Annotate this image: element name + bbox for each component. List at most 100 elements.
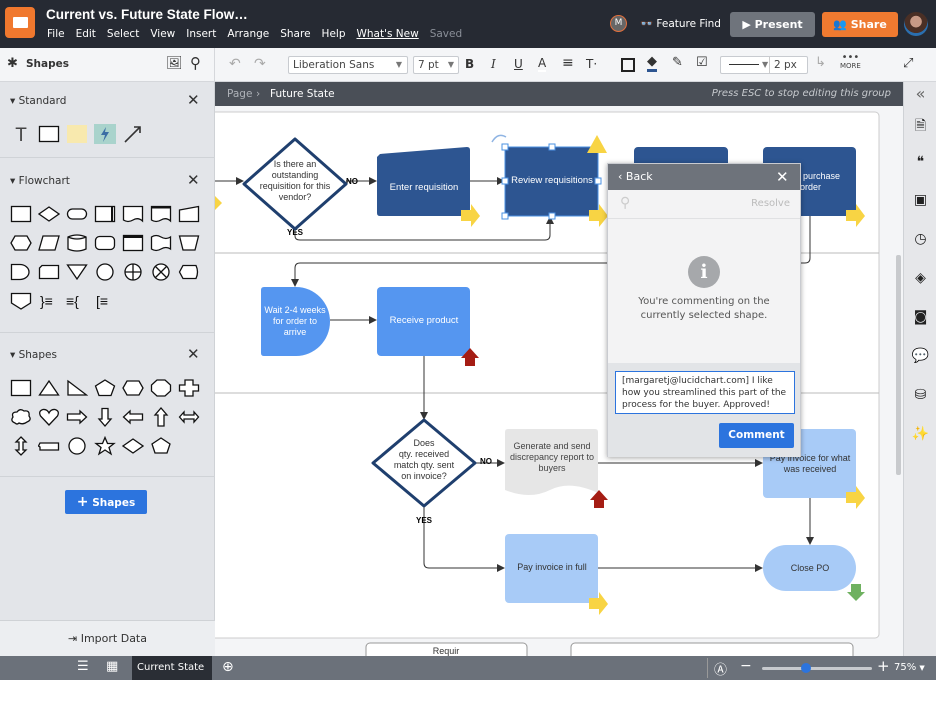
parallelogram-shape-icon[interactable] bbox=[38, 233, 60, 253]
italic-icon[interactable]: I bbox=[491, 57, 496, 71]
menu-select[interactable]: Select bbox=[107, 28, 139, 40]
redo-icon[interactable]: ↷ bbox=[254, 56, 266, 72]
image-icon[interactable]: 🖼 bbox=[166, 56, 183, 71]
collaborator-avatar[interactable]: M bbox=[610, 15, 627, 32]
comment-input[interactable]: [margaretj@lucidchart.com] I like how yo… bbox=[615, 371, 795, 414]
page-grid-icon[interactable]: ▦ bbox=[106, 659, 118, 674]
navigate-icon[interactable]: Ⓐ bbox=[714, 659, 727, 678]
resolve-button[interactable]: Resolve bbox=[751, 198, 790, 209]
octagon-shape-icon[interactable] bbox=[150, 378, 172, 398]
data-icon[interactable]: ◙ bbox=[904, 309, 936, 325]
import-data-button[interactable]: ⇥ Import Data bbox=[0, 620, 215, 656]
layers-icon[interactable]: ◈ bbox=[904, 270, 936, 286]
shape-wait-delay[interactable]: Wait 2-4 weeks for order to arrive bbox=[261, 287, 330, 356]
comment-icon[interactable]: 💬 bbox=[904, 348, 936, 364]
add-shapes-button[interactable]: + Shapes bbox=[65, 490, 147, 514]
triangle-shape-icon[interactable] bbox=[38, 378, 60, 398]
shape-discrepancy-report[interactable]: Generate and send discrepancy report to bu… bbox=[505, 429, 598, 495]
zoom-in-icon[interactable]: + bbox=[877, 657, 890, 675]
direct-data-shape-icon[interactable] bbox=[94, 233, 116, 253]
menu-insert[interactable]: Insert bbox=[186, 28, 216, 40]
underline-icon[interactable]: U bbox=[514, 57, 523, 71]
fill-color-icon[interactable]: ◆ bbox=[647, 55, 657, 72]
line-width-value[interactable]: 2 px bbox=[769, 57, 797, 73]
callout-shape-icon[interactable] bbox=[37, 436, 60, 456]
arrow-right-shape-icon[interactable] bbox=[66, 407, 88, 427]
text-color-icon[interactable]: A bbox=[538, 56, 547, 72]
gear-icon[interactable]: ✱ bbox=[7, 56, 18, 71]
close-icon[interactable]: ✕ bbox=[776, 164, 789, 190]
shape-receive-product[interactable]: Receive product bbox=[377, 287, 470, 356]
magic-wand-icon[interactable]: ✨ bbox=[904, 426, 936, 442]
right-triangle-shape-icon[interactable] bbox=[66, 378, 89, 398]
add-page-icon[interactable]: ⊕ bbox=[222, 659, 234, 675]
tape-shape-icon[interactable] bbox=[150, 233, 172, 253]
text-options-icon[interactable]: T· bbox=[586, 57, 597, 71]
arrow-ud-shape-icon[interactable] bbox=[10, 436, 32, 456]
close-icon[interactable]: ✕ bbox=[187, 171, 200, 189]
arrow-left-shape-icon[interactable] bbox=[122, 407, 144, 427]
page-tab-current-state[interactable]: Current State ▼ bbox=[132, 656, 212, 696]
zoom-slider[interactable] bbox=[762, 663, 872, 673]
diamond-shape-icon[interactable] bbox=[37, 204, 61, 224]
brace-r-shape-icon[interactable]: }≡ bbox=[38, 291, 60, 311]
shape-pay-invoice-full[interactable]: Pay invoice in full bbox=[505, 534, 598, 603]
section-shapes-header[interactable]: ▾ Shapes bbox=[10, 349, 57, 361]
present-button[interactable]: ▶ Present bbox=[730, 12, 815, 37]
shape-review-requisitions[interactable]: Review requisitions bbox=[491, 134, 602, 220]
location-pin-icon[interactable]: ⚲ bbox=[620, 195, 630, 211]
doc2-shape-icon[interactable] bbox=[150, 204, 172, 224]
fullscreen-icon[interactable]: ⤢ bbox=[903, 56, 913, 71]
zoom-out-icon[interactable]: − bbox=[740, 658, 752, 674]
arrow-shape-icon[interactable] bbox=[122, 124, 144, 144]
brace-l-shape-icon[interactable]: ≡{ bbox=[66, 291, 88, 311]
search-icon[interactable]: ⚲ bbox=[190, 54, 201, 72]
bracket-shape-icon[interactable]: [≡ bbox=[94, 291, 116, 311]
trapezoid-shape-icon[interactable] bbox=[178, 233, 200, 253]
pentagon-shape-icon[interactable] bbox=[94, 378, 116, 398]
line-style-select[interactable]: ▼ 2 px bbox=[720, 56, 808, 74]
card-shape-icon[interactable] bbox=[38, 262, 60, 282]
internal-shape-icon[interactable] bbox=[122, 233, 144, 253]
comment-submit-button[interactable]: Comment bbox=[719, 423, 794, 448]
document-title[interactable]: Current vs. Future State Flow… bbox=[46, 7, 248, 22]
star-shape-icon[interactable] bbox=[94, 435, 116, 456]
arrow-lr-shape-icon[interactable] bbox=[178, 407, 200, 427]
or-shape-icon[interactable] bbox=[122, 262, 144, 282]
document-shape-icon[interactable] bbox=[122, 204, 144, 224]
shape-border-icon[interactable] bbox=[621, 58, 635, 72]
polygon-shape-icon[interactable] bbox=[150, 436, 172, 456]
process2-shape-icon[interactable] bbox=[94, 204, 116, 224]
arrow-down-shape-icon[interactable] bbox=[94, 407, 116, 427]
zoom-slider-handle[interactable] bbox=[801, 663, 811, 673]
shape-enter-requisition[interactable]: Enter requisition bbox=[377, 147, 470, 216]
sum-shape-icon[interactable] bbox=[150, 262, 172, 282]
cross-shape-icon[interactable] bbox=[178, 378, 200, 398]
close-icon[interactable]: ✕ bbox=[187, 345, 200, 363]
cylinder-shape-icon[interactable] bbox=[66, 233, 88, 253]
section-standard-header[interactable]: ▾ Standard bbox=[10, 95, 66, 107]
feature-find-button[interactable]: 👓 Feature Find bbox=[640, 17, 721, 30]
circle-shape-icon[interactable] bbox=[66, 436, 88, 456]
menu-arrange[interactable]: Arrange bbox=[227, 28, 269, 40]
zoom-level[interactable]: 75% ▼ bbox=[894, 662, 925, 673]
collapse-panel-icon[interactable]: « bbox=[904, 84, 936, 103]
shape-partial[interactable] bbox=[570, 642, 854, 664]
undo-icon[interactable]: ↶ bbox=[229, 56, 241, 72]
font-size-select[interactable]: 7 pt ▼ bbox=[413, 56, 459, 74]
bold-icon[interactable]: B bbox=[465, 57, 474, 71]
page-icon[interactable]: 🗎 bbox=[904, 115, 936, 139]
history-icon[interactable]: ◷ bbox=[904, 231, 936, 247]
rect-shape-icon[interactable] bbox=[38, 124, 60, 144]
close-icon[interactable]: ✕ bbox=[187, 91, 200, 109]
menu-help[interactable]: Help bbox=[322, 28, 346, 40]
note-shape-icon[interactable] bbox=[66, 124, 88, 144]
text-shape-icon[interactable]: T bbox=[10, 124, 32, 146]
conditional-format-icon[interactable]: ☑ bbox=[696, 55, 708, 70]
menu-view[interactable]: View bbox=[150, 28, 175, 40]
back-button[interactable]: ‹ Back bbox=[618, 164, 653, 190]
triangle-down-shape-icon[interactable] bbox=[66, 262, 88, 282]
arrow-up-shape-icon[interactable] bbox=[150, 407, 172, 427]
more-button[interactable]: ••• MORE bbox=[840, 53, 861, 71]
font-family-select[interactable]: Liberation Sans ▼ bbox=[288, 56, 408, 74]
